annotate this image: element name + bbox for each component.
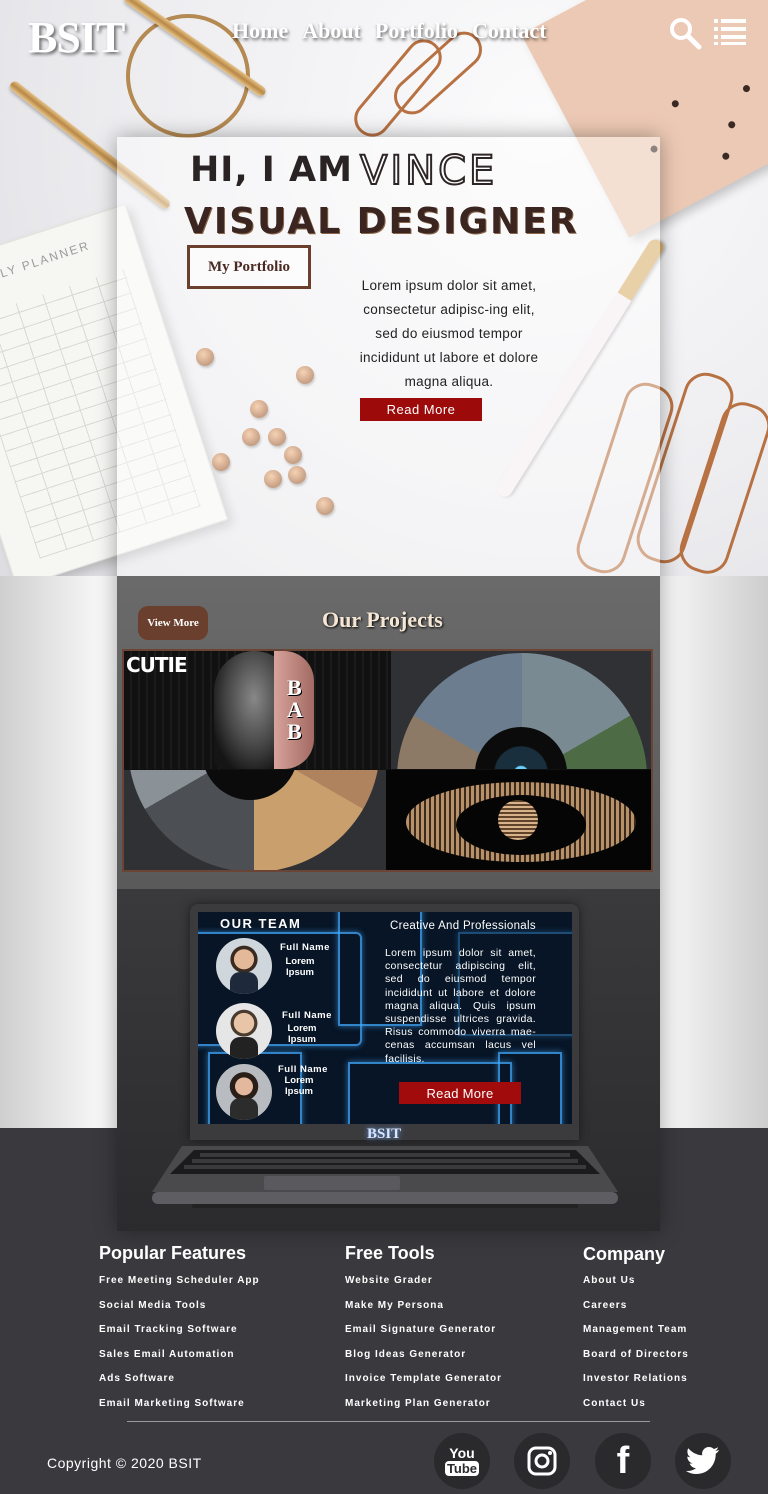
footer-link[interactable]: Free Meeting Scheduler App [99,1275,260,1300]
footer-col-title: Popular Features [99,1243,247,1263]
footer-link[interactable]: Email Signature Generator [345,1324,502,1349]
twitter-icon[interactable] [675,1433,731,1489]
youtube-label-bottom: Tube [444,1461,480,1476]
search-icon[interactable] [668,16,702,50]
laptop-logo: BSIT [367,1126,402,1142]
project-tile[interactable] [386,770,651,870]
my-portfolio-button[interactable]: My Portfolio [187,245,311,289]
youtube-label-top: You [449,1445,475,1461]
footer-link[interactable]: About Us [583,1275,689,1300]
avatar[interactable] [216,1003,272,1059]
hero-role: VISUAL DESIGNER [184,201,579,242]
footer-link[interactable]: Website Grader [345,1275,502,1300]
member-role: Lorem Ipsum [287,1023,317,1045]
nav-home[interactable]: Home [232,18,288,44]
member-name: Full Name [282,1010,332,1021]
menu-icon[interactable] [714,18,746,46]
instagram-icon[interactable] [514,1433,570,1489]
footer-col-free-tools: Website Grader Make My Persona Email Sig… [345,1275,502,1423]
nav-portfolio[interactable]: Portfolio [375,18,458,44]
footer-link[interactable]: Ads Software [99,1373,260,1398]
footer-link[interactable]: Email Tracking Software [99,1324,260,1349]
hero-description: Lorem ipsum dolor sit amet, consectetur … [359,278,539,389]
projects-grid: CUTIE BAB [122,649,653,872]
footer-link[interactable]: Social Media Tools [99,1300,260,1325]
laptop-keyboard [152,1146,618,1208]
footer-link[interactable]: Invoice Template Generator [345,1373,502,1398]
footer-col-title: Free Tools [345,1243,435,1263]
member-role: Lorem Ipsum [284,1075,314,1097]
hero-greeting: HI, I AM [190,150,353,190]
footer-link[interactable]: Management Team [583,1324,689,1349]
facebook-label: f [616,1440,630,1482]
member-role: Lorem Ipsum [285,956,315,978]
footer-link[interactable]: Contact Us [583,1398,689,1423]
footer-link[interactable]: Sales Email Automation [99,1349,260,1374]
nav-contact[interactable]: Contact [472,18,547,44]
team-tagline: Creative And Professionals [390,920,536,932]
facebook-icon[interactable]: f [595,1433,651,1489]
footer-link[interactable]: Blog Ideas Generator [345,1349,502,1374]
projects-title: Our Projects [322,607,443,632]
project-tile[interactable]: CUTIE BAB [124,651,390,769]
copyright-text: Copyright © 2020 BSIT [47,1455,202,1471]
youtube-icon[interactable]: You Tube [434,1433,490,1489]
footer-col-popular-features: Free Meeting Scheduler App Social Media … [99,1275,260,1423]
hero-name: VINCE [359,147,498,195]
member-name: Full Name [280,942,330,953]
hero-read-more-button[interactable]: Read More [360,398,482,421]
view-more-button[interactable]: View More [138,606,208,640]
footer-link[interactable]: Board of Directors [583,1349,689,1374]
tile-text-cutie: CUTIE [126,653,188,677]
footer-col-title: Company [583,1244,666,1264]
team-description: Lorem ipsum dolor sit amet, consectetur … [385,947,536,1065]
site-logo[interactable]: BSIT [28,12,125,63]
footer-link[interactable]: Email Marketing Software [99,1398,260,1423]
footer-link[interactable]: Careers [583,1300,689,1325]
footer-link[interactable]: Make My Persona [345,1300,502,1325]
footer-divider [127,1421,650,1422]
avatar[interactable] [216,1064,272,1120]
tile-text-bab: BAB [287,675,303,744]
footer-link[interactable]: Investor Relations [583,1373,689,1398]
main-nav: Home About Portfolio Contact [232,18,547,44]
project-tile[interactable] [391,651,651,769]
project-tile[interactable] [124,770,386,870]
footer-col-company: About Us Careers Management Team Board o… [583,1275,689,1423]
member-name: Full Name [278,1064,328,1075]
footer-link[interactable]: Marketing Plan Generator [345,1398,502,1423]
avatar[interactable] [216,938,272,994]
team-read-more-button[interactable]: Read More [399,1082,521,1104]
nav-about[interactable]: About [302,18,361,44]
team-heading: OUR TEAM [220,916,302,931]
